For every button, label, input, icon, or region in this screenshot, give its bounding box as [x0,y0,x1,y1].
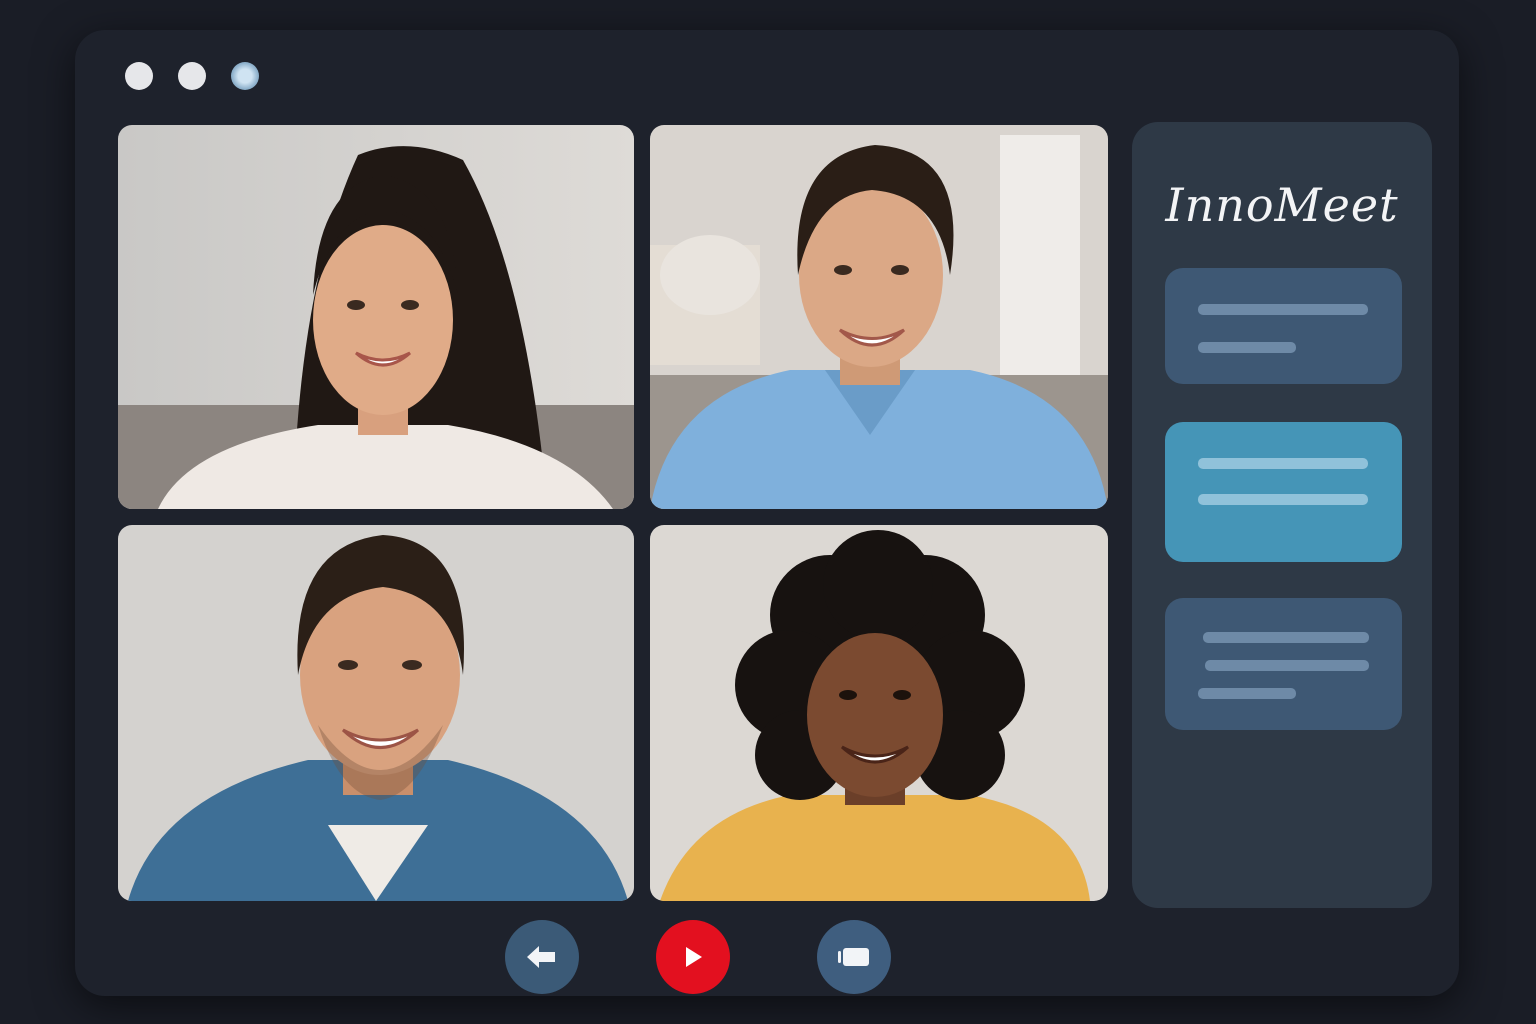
sidebar-panel: InnoMeet [1132,122,1432,908]
participant-video-4[interactable] [650,525,1108,901]
play-icon [686,947,702,967]
card-line [1198,688,1296,699]
leave-arrow-icon [527,946,555,968]
record-button[interactable] [656,920,730,994]
card-line [1205,660,1369,671]
window-controls [125,62,259,90]
leave-button[interactable] [505,920,579,994]
card-line [1203,632,1369,643]
participant-3-image [118,525,634,901]
call-controls [75,920,1459,996]
video-grid [118,125,1108,901]
app-logo: InnoMeet [1165,178,1399,232]
app-window: InnoMeet [75,30,1459,996]
participant-video-3[interactable] [118,525,634,901]
participant-1-image [118,125,634,509]
participant-4-image [650,525,1108,901]
minimize-dot[interactable] [178,62,206,90]
screen-share-icon [838,948,869,966]
card-line [1198,304,1368,315]
card-line [1198,494,1368,505]
card-line [1198,342,1296,353]
sidebar-card-1[interactable] [1165,268,1402,384]
participant-video-2[interactable] [650,125,1108,509]
participant-video-1[interactable] [118,125,634,509]
maximize-dot[interactable] [231,62,259,90]
close-dot[interactable] [125,62,153,90]
participant-2-image [650,125,1108,509]
sidebar-card-3[interactable] [1165,598,1402,730]
screen-share-button[interactable] [817,920,891,994]
card-line [1198,458,1368,469]
sidebar-card-2[interactable] [1165,422,1402,562]
